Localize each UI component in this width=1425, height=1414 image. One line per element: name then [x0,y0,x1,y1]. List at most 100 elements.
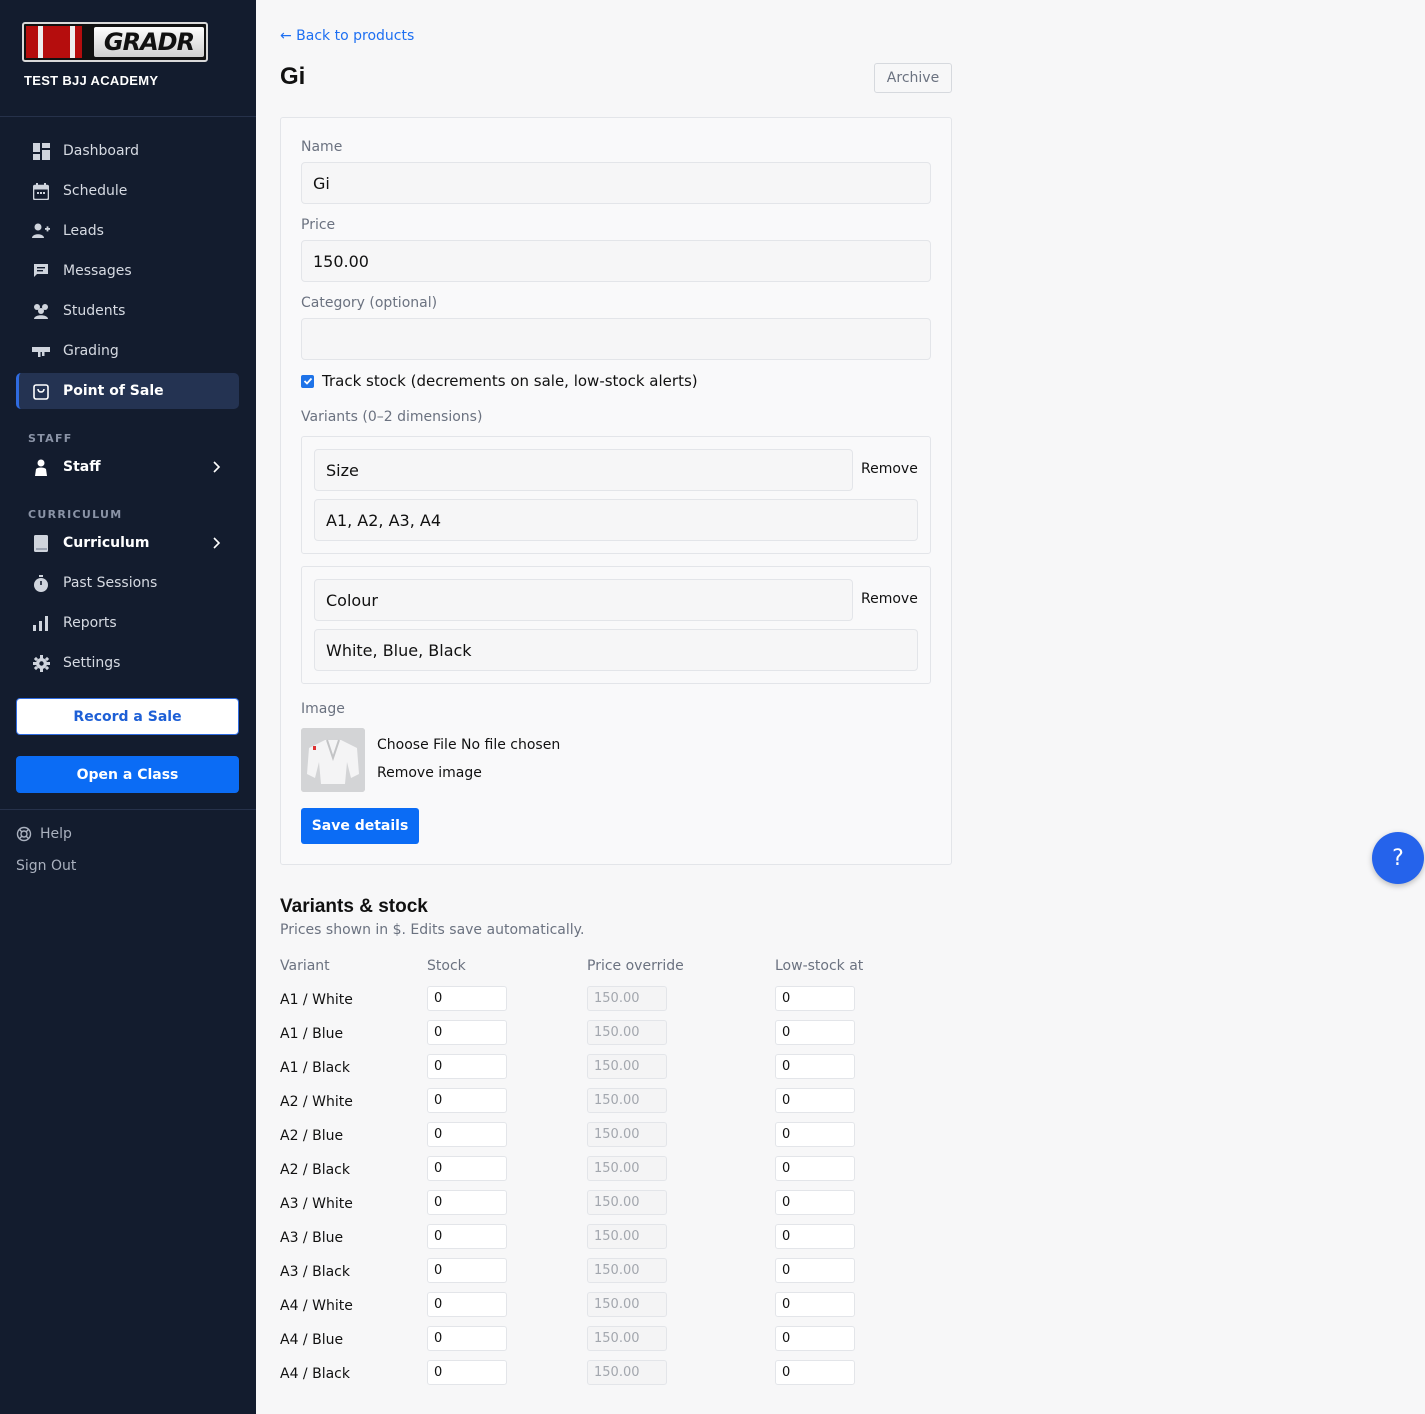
price-override-input[interactable]: 150.00 [587,1258,667,1283]
stock-input[interactable]: 0 [427,1326,507,1351]
page-title: Gi [280,63,306,90]
sidebar-item-label: Curriculum [63,535,150,551]
variant-name: A2 / White [280,1094,353,1110]
record-sale-button[interactable]: Record a Sale [16,698,239,735]
price-input[interactable]: 150.00 [301,240,931,282]
track-stock-row[interactable]: Track stock (decrements on sale, low-sto… [301,372,698,390]
variant-name: A2 / Black [280,1162,350,1178]
name-input[interactable]: Gi [301,162,931,204]
low-stock-input[interactable]: 0 [775,1292,855,1317]
sidebar-item-past-sessions[interactable]: Past Sessions [16,565,239,601]
low-stock-input[interactable]: 0 [775,986,855,1011]
price-override-input[interactable]: 150.00 [587,1224,667,1249]
archive-button[interactable]: Archive [874,63,952,93]
file-chooser[interactable]: Choose File No file chosen [377,737,560,753]
sidebar-item-messages[interactable]: Messages [16,253,239,289]
lifebuoy-icon [16,826,32,842]
variant-name: A3 / White [280,1196,353,1212]
remove-variant-button[interactable]: Remove [861,461,918,477]
academy-name: TEST BJJ ACADEMY [24,73,159,88]
stock-input[interactable]: 0 [427,1258,507,1283]
price-override-input[interactable]: 150.00 [587,1122,667,1147]
variant-name-input[interactable]: Colour [314,579,853,621]
sidebar-item-reports[interactable]: Reports [16,605,239,641]
variant-name: A1 / Black [280,1060,350,1076]
column-header-stock: Stock [427,958,466,974]
low-stock-input[interactable]: 0 [775,1326,855,1351]
back-to-products-link[interactable]: ← Back to products [280,28,414,44]
variant-name: A3 / Blue [280,1230,344,1246]
variant-name-input[interactable]: Size [314,449,853,491]
stock-input[interactable]: 0 [427,1122,507,1147]
sidebar-item-point-of-sale[interactable]: Point of Sale [16,373,239,409]
price-override-input[interactable]: 150.00 [587,1190,667,1215]
chevron-right-icon [213,461,221,473]
open-class-button[interactable]: Open a Class [16,756,239,793]
low-stock-input[interactable]: 0 [775,1156,855,1181]
sidebar-item-staff[interactable]: Staff [16,449,239,485]
table-row: A2 / Black 0 150.00 0 [280,1153,900,1187]
low-stock-input[interactable]: 0 [775,1224,855,1249]
low-stock-input[interactable]: 0 [775,1190,855,1215]
table-row: A1 / Black 0 150.00 0 [280,1051,900,1085]
stock-input[interactable]: 0 [427,1224,507,1249]
help-fab-button[interactable]: ? [1372,832,1424,884]
variant-name: A1 / White [280,992,353,1008]
price-override-input[interactable]: 150.00 [587,1088,667,1113]
sidebar-item-schedule[interactable]: Schedule [16,173,239,209]
remove-image-button[interactable]: Remove image [377,765,482,781]
sidebar-item-students[interactable]: Students [16,293,239,329]
remove-variant-button[interactable]: Remove [861,591,918,607]
stock-input[interactable]: 0 [427,1020,507,1045]
track-stock-checkbox[interactable] [301,374,314,388]
price-override-input[interactable]: 150.00 [587,1292,667,1317]
sign-out-link[interactable]: Sign Out [16,858,76,874]
stock-input[interactable]: 0 [427,1190,507,1215]
sidebar-item-leads[interactable]: Leads [16,213,239,249]
low-stock-input[interactable]: 0 [775,1088,855,1113]
gradr-logo[interactable]: GRADR [22,22,208,62]
stock-input[interactable]: 0 [427,1054,507,1079]
low-stock-input[interactable]: 0 [775,1054,855,1079]
stock-input[interactable]: 0 [427,1360,507,1385]
low-stock-input[interactable]: 0 [775,1020,855,1045]
stopwatch-icon [32,574,50,592]
logo-stripe [38,26,43,58]
stock-input[interactable]: 0 [427,1292,507,1317]
book-icon [32,534,50,552]
price-override-input[interactable]: 150.00 [587,986,667,1011]
price-label: Price [301,217,336,233]
sidebar-item-settings[interactable]: Settings [16,645,239,681]
stock-input[interactable]: 0 [427,1088,507,1113]
save-details-button[interactable]: Save details [301,808,419,844]
price-override-input[interactable]: 150.00 [587,1326,667,1351]
belt-icon [32,342,50,360]
price-override-input[interactable]: 150.00 [587,1156,667,1181]
sidebar-item-grading[interactable]: Grading [16,333,239,369]
stock-input[interactable]: 0 [427,1156,507,1181]
logo-wordmark: GRADR [94,27,204,57]
variant-values-input[interactable]: A1, A2, A3, A4 [314,499,918,541]
price-override-input[interactable]: 150.00 [587,1054,667,1079]
price-override-input[interactable]: 150.00 [587,1360,667,1385]
sidebar-item-curriculum[interactable]: Curriculum [16,525,239,561]
section-label-curriculum: CURRICULUM [28,508,123,521]
sidebar-item-label: Past Sessions [63,575,158,591]
check-icon [303,377,312,385]
add-person-icon [32,222,50,240]
product-image-thumbnail [301,728,365,792]
stock-input[interactable]: 0 [427,986,507,1011]
variant-values-input[interactable]: White, Blue, Black [314,629,918,671]
help-link[interactable]: Help [16,826,72,842]
sidebar-divider [0,809,256,810]
category-input[interactable] [301,318,931,360]
group-icon [32,302,50,320]
price-override-input[interactable]: 150.00 [587,1020,667,1045]
sidebar-item-label: Grading [63,343,119,359]
low-stock-input[interactable]: 0 [775,1122,855,1147]
sidebar-item-dashboard[interactable]: Dashboard [16,133,239,169]
sidebar-item-label: Settings [63,655,121,671]
low-stock-input[interactable]: 0 [775,1360,855,1385]
low-stock-input[interactable]: 0 [775,1258,855,1283]
table-row: A2 / White 0 150.00 0 [280,1085,900,1119]
